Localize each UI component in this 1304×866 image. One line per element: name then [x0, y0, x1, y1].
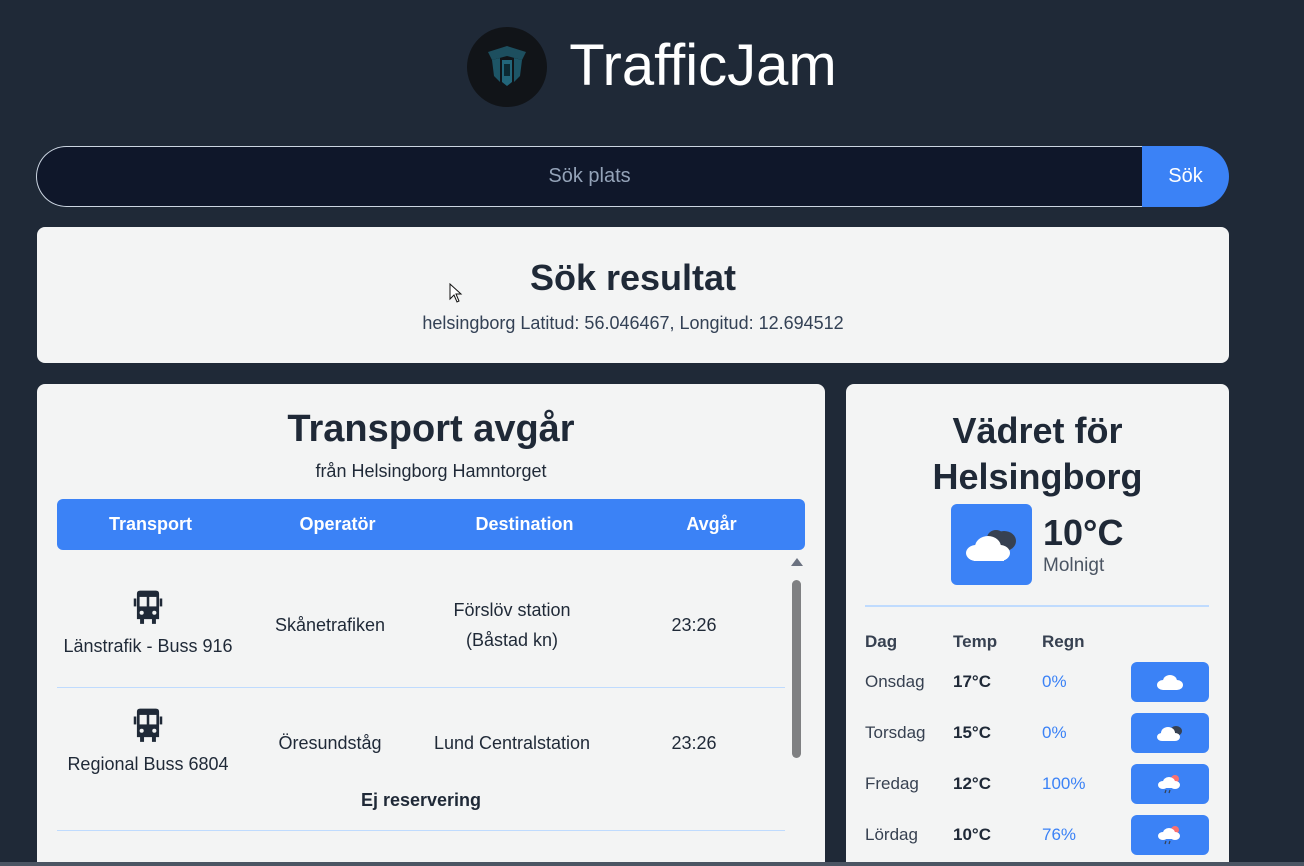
- forecast-row: Lördag 10°C 76%: [865, 809, 1209, 860]
- column-header-destination: Destination: [475, 514, 574, 534]
- app-logo: [467, 27, 548, 107]
- scroll-up-arrow-icon[interactable]: [791, 558, 803, 566]
- forecast-row: Torsdag 15°C 0%: [865, 707, 1209, 758]
- transport-name: Länstrafik - Buss 916: [63, 636, 233, 656]
- forecast-icon-button[interactable]: [1131, 712, 1209, 753]
- column-header-temp: Temp: [953, 632, 998, 651]
- destination-cell: Förslöv station (Båstad kn): [453, 600, 571, 650]
- transport-card: Transport avgår från Helsingborg Hamntor…: [37, 384, 825, 866]
- bus-icon: [133, 708, 163, 742]
- result-title: Sök resultat: [529, 257, 737, 298]
- weather-title: Vädret för Helsingborg: [932, 410, 1143, 497]
- forecast-temp: 15°C: [953, 722, 991, 742]
- column-header-day: Dag: [865, 632, 898, 651]
- bus-icon: [133, 590, 163, 624]
- forecast-day: Fredag: [865, 773, 919, 793]
- row-divider: [57, 687, 785, 688]
- table-scrollbar[interactable]: [788, 550, 805, 866]
- operator-cell: Öresundståg: [278, 733, 382, 753]
- result-coordinates: helsingborg Latitud: 56.046467, Longitud…: [422, 313, 844, 333]
- forecast-temp: 10°C: [953, 824, 991, 844]
- forecast-table: Dag Temp Regn Onsdag 17°C 0% Torsdag 15°…: [865, 628, 1209, 860]
- forecast-row: Fredag 12°C 100%: [865, 758, 1209, 809]
- column-header-transport: Transport: [108, 514, 192, 534]
- table-row[interactable]: Länstrafik - Buss 916 Skånetrafiken Förs…: [57, 570, 785, 680]
- bottom-edge: [0, 862, 1304, 866]
- row-divider: [57, 830, 785, 831]
- forecast-day: Lördag: [865, 824, 918, 844]
- column-header-operator: Operatör: [299, 514, 376, 534]
- transport-subtitle: från Helsingborg Hamntorget: [315, 461, 547, 481]
- departure-cell: 23:26: [671, 733, 717, 753]
- search-button[interactable]: Sök: [1142, 146, 1229, 207]
- forecast-rain: 100%: [1042, 773, 1086, 793]
- search-input[interactable]: [36, 146, 1142, 207]
- rain-icon: [1158, 825, 1180, 844]
- transport-table-header: Transport Operatör Destination Avgår: [57, 499, 805, 550]
- weather-divider: [865, 605, 1209, 607]
- transport-table-body[interactable]: Länstrafik - Buss 916 Skånetrafiken Förs…: [57, 550, 805, 866]
- transport-name: Regional Buss 6804: [67, 754, 229, 774]
- destination-cell: Lund Centralstation: [433, 733, 591, 753]
- forecast-header: Dag Temp Regn: [865, 628, 1209, 656]
- forecast-icon-button[interactable]: [1131, 661, 1209, 702]
- operator-cell: Skånetrafiken: [274, 615, 386, 635]
- cloud-icon: [965, 529, 1016, 561]
- reservation-note: Ej reservering: [360, 790, 482, 810]
- forecast-icon-button[interactable]: [1131, 814, 1209, 855]
- weather-card: Vädret för Helsingborg 10°C Molnigt Dag …: [846, 384, 1229, 866]
- forecast-temp: 12°C: [953, 773, 991, 793]
- current-weather-icon-box: [951, 504, 1032, 585]
- transport-cell: Regional Buss 6804: [57, 707, 239, 779]
- table-row[interactable]: Regional Buss 6804 Öresundståg Lund Cent…: [57, 700, 785, 786]
- transport-cell: Länstrafik - Buss 916: [57, 589, 239, 661]
- forecast-day: Torsdag: [865, 722, 926, 742]
- forecast-rain: 0%: [1042, 671, 1067, 691]
- logo-icon: [488, 46, 527, 86]
- forecast-rain: 76%: [1042, 824, 1077, 844]
- search-result-card: Sök resultat helsingborg Latitud: 56.046…: [37, 227, 1229, 363]
- app-title: TrafficJam: [569, 32, 837, 98]
- transport-title: Transport avgår: [287, 408, 575, 450]
- forecast-day: Onsdag: [865, 671, 925, 691]
- current-weather: 10°C Molnigt: [951, 504, 1123, 585]
- current-temperature: 10°C: [1043, 511, 1124, 553]
- rain-icon: [1158, 774, 1180, 793]
- cloudy-icon: [1157, 725, 1182, 741]
- column-header-rain: Regn: [1042, 632, 1085, 651]
- forecast-temp: 17°C: [953, 671, 991, 691]
- forecast-row: Onsdag 17°C 0%: [865, 656, 1209, 707]
- mouse-cursor-icon: [449, 283, 463, 303]
- app-header: TrafficJam: [0, 26, 1304, 108]
- current-description: Molnigt: [1043, 554, 1105, 576]
- forecast-rain: 0%: [1042, 722, 1067, 742]
- forecast-icon-button[interactable]: [1131, 763, 1209, 804]
- search-bar: Sök: [36, 146, 1229, 207]
- departure-cell: 23:26: [671, 615, 717, 635]
- cloud-icon: [1157, 674, 1183, 690]
- scrollbar-thumb[interactable]: [792, 580, 801, 758]
- column-header-departure: Avgår: [686, 514, 737, 534]
